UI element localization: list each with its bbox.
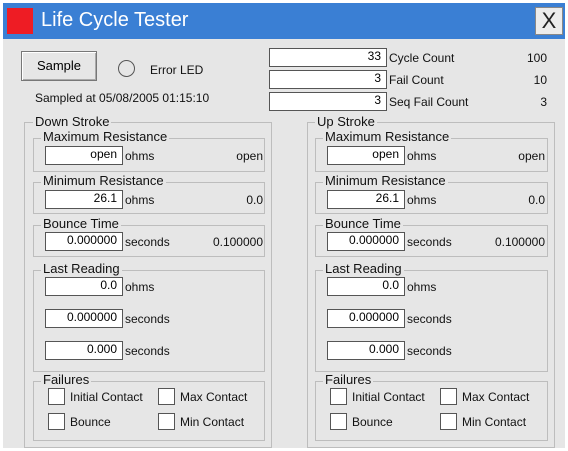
up-min-resistance-limit: 0.0 <box>528 193 545 207</box>
down-last-time-unit: seconds <box>125 312 170 326</box>
up-last-time-field[interactable]: 0.000000 <box>327 309 405 328</box>
up-bounce-time-field[interactable]: 0.000000 <box>327 232 405 251</box>
up-max-contact-label: Max Contact <box>462 390 530 404</box>
down-bounce-time-limit: 0.100000 <box>212 235 263 249</box>
up-min-resistance-unit: ohms <box>407 193 437 207</box>
up-min-resistance-title: Minimum Resistance <box>323 173 448 188</box>
down-failures-title: Failures <box>41 372 92 387</box>
fail-count-label: Fail Count <box>389 73 444 87</box>
up-stroke-title: Up Stroke <box>315 114 377 129</box>
up-bounce-time-limit: 0.100000 <box>494 235 545 249</box>
down-max-resistance-field[interactable]: open <box>45 146 123 165</box>
up-min-contact-checkbox[interactable] <box>440 413 457 430</box>
cycle-count-label: Cycle Count <box>389 51 455 65</box>
fail-count-field[interactable]: 3 <box>269 70 387 89</box>
down-last-time-field[interactable]: 0.000000 <box>45 309 123 328</box>
down-min-resistance-unit: ohms <box>125 193 155 207</box>
down-max-contact-label: Max Contact <box>180 390 248 404</box>
up-initial-contact-checkbox[interactable] <box>330 388 347 405</box>
cycle-count-field[interactable]: 33 <box>269 48 387 67</box>
up-max-resistance-title: Maximum Resistance <box>323 129 452 144</box>
close-button[interactable]: X <box>535 7 563 35</box>
up-initial-contact-label: Initial Contact <box>352 390 425 404</box>
up-bounce-label: Bounce <box>352 415 393 429</box>
up-max-resistance-field[interactable]: open <box>327 146 405 165</box>
down-last-resistance-field[interactable]: 0.0 <box>45 277 123 296</box>
sample-button[interactable]: Sample <box>21 51 97 81</box>
up-last-time-unit: seconds <box>407 312 452 326</box>
up-last-bounce-unit: seconds <box>407 344 452 358</box>
error-led-label: Error LED <box>150 63 204 77</box>
error-led <box>118 60 135 77</box>
title-bar: Life Cycle Tester X <box>3 3 565 39</box>
down-min-contact-label: Min Contact <box>180 415 245 429</box>
down-bounce-time-field[interactable]: 0.000000 <box>45 232 123 251</box>
up-last-reading-title: Last Reading <box>323 261 404 276</box>
window-title: Life Cycle Tester <box>41 9 189 31</box>
down-last-bounce-field[interactable]: 0.000 <box>45 341 123 360</box>
up-bounce-time-title: Bounce Time <box>323 216 403 231</box>
up-bounce-checkbox[interactable] <box>330 413 347 430</box>
seq-fail-count-limit: 3 <box>540 95 547 109</box>
down-max-resistance-limit: open <box>236 149 263 163</box>
down-last-resistance-unit: ohms <box>125 280 155 294</box>
down-max-resistance-unit: ohms <box>125 149 155 163</box>
down-bounce-checkbox[interactable] <box>48 413 65 430</box>
life-cycle-tester-window: Life Cycle Tester X Sample Error LED Sam… <box>3 3 565 448</box>
seq-fail-count-field[interactable]: 3 <box>269 92 387 111</box>
down-min-resistance-field[interactable]: 26.1 <box>45 190 123 209</box>
down-bounce-label: Bounce <box>70 415 111 429</box>
down-stroke-title: Down Stroke <box>33 114 112 129</box>
up-max-resistance-unit: ohms <box>407 149 437 163</box>
fail-count-limit: 10 <box>533 73 547 87</box>
seq-fail-count-label: Seq Fail Count <box>389 95 469 109</box>
up-bounce-time-unit: seconds <box>407 235 452 249</box>
down-min-resistance-limit: 0.0 <box>246 193 263 207</box>
up-failures-title: Failures <box>323 372 374 387</box>
down-last-bounce-unit: seconds <box>125 344 170 358</box>
down-min-contact-checkbox[interactable] <box>158 413 175 430</box>
up-last-resistance-field[interactable]: 0.0 <box>327 277 405 296</box>
down-initial-contact-checkbox[interactable] <box>48 388 65 405</box>
down-max-contact-checkbox[interactable] <box>158 388 175 405</box>
down-min-resistance-title: Minimum Resistance <box>41 173 166 188</box>
down-bounce-time-title: Bounce Time <box>41 216 121 231</box>
down-max-resistance-title: Maximum Resistance <box>41 129 170 144</box>
down-last-reading-title: Last Reading <box>41 261 122 276</box>
up-last-resistance-unit: ohms <box>407 280 437 294</box>
sampled-at-label: Sampled at 05/08/2005 01:15:10 <box>35 91 210 105</box>
up-max-resistance-limit: open <box>518 149 545 163</box>
up-min-resistance-field[interactable]: 26.1 <box>327 190 405 209</box>
up-last-bounce-field[interactable]: 0.000 <box>327 341 405 360</box>
up-min-contact-label: Min Contact <box>462 415 527 429</box>
up-max-contact-checkbox[interactable] <box>440 388 457 405</box>
cycle-count-limit: 100 <box>526 51 547 65</box>
down-bounce-time-unit: seconds <box>125 235 170 249</box>
down-initial-contact-label: Initial Contact <box>70 390 143 404</box>
app-icon <box>7 8 33 34</box>
